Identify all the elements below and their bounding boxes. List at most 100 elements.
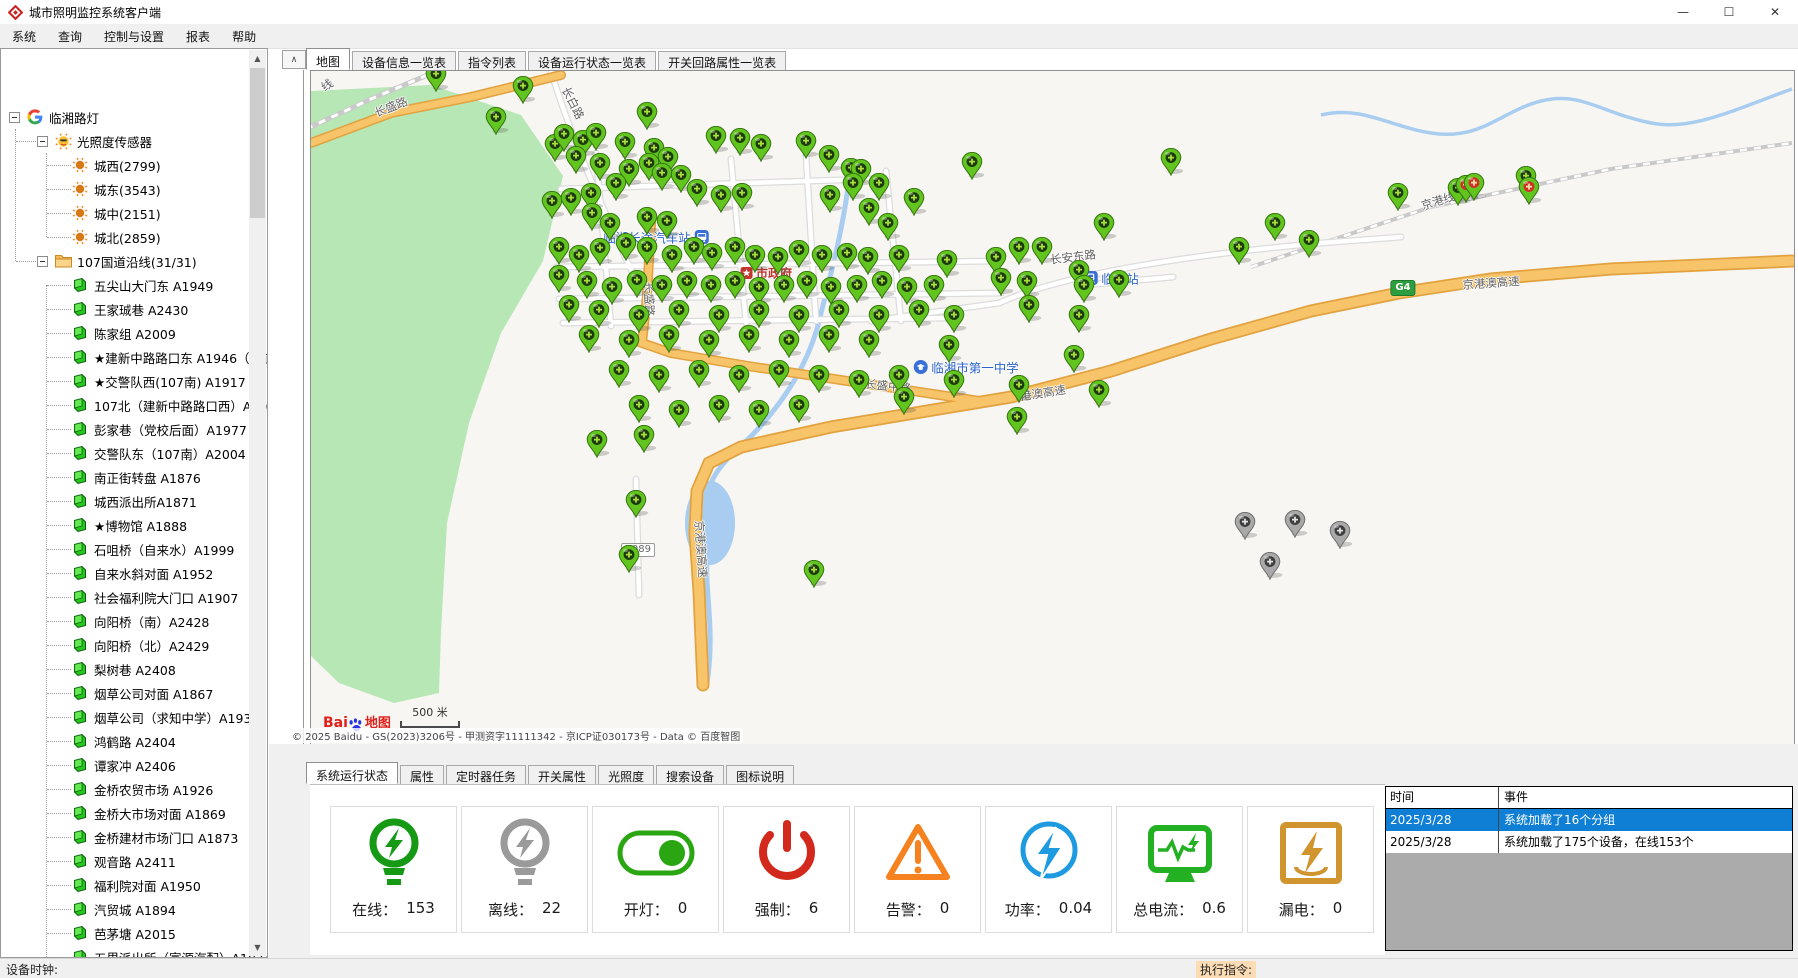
tree-row[interactable]: ★博物馆 A1888 xyxy=(1,513,268,537)
tree-row[interactable]: 城北(2859) xyxy=(1,225,268,249)
device-pin-online[interactable] xyxy=(512,76,534,104)
tree-expander-icon[interactable] xyxy=(37,136,48,147)
device-pin-online[interactable] xyxy=(626,270,648,298)
device-pin-online[interactable] xyxy=(903,188,925,216)
device-pin-online[interactable] xyxy=(750,134,772,162)
tree-row[interactable]: 五里派出所（富源汽配）A1874 xyxy=(1,945,268,958)
tree-row[interactable]: ★建新中路路口东 A1946（辅道灯） xyxy=(1,345,268,369)
device-pin-online[interactable] xyxy=(1008,375,1030,403)
device-pin-online[interactable] xyxy=(1093,213,1115,241)
tree-row[interactable]: 金桥农贸市场 A1926 xyxy=(1,777,268,801)
device-pin-online[interactable] xyxy=(871,271,893,299)
device-pin-online[interactable] xyxy=(836,243,858,271)
device-pin-online[interactable] xyxy=(893,387,915,415)
device-pin-online[interactable] xyxy=(668,300,690,328)
tree-row[interactable]: 烟草公司对面 A1867 xyxy=(1,681,268,705)
device-pin-alarm[interactable] xyxy=(1518,177,1540,205)
device-pin-online[interactable] xyxy=(724,237,746,265)
device-pin-online[interactable] xyxy=(767,247,789,275)
tree-row[interactable]: 自来水斜对面 A1952 xyxy=(1,561,268,585)
device-pin-online[interactable] xyxy=(589,238,611,266)
event-log-row[interactable]: 2025/3/28 12:15:08系统加载了16个分组 xyxy=(1386,809,1792,831)
device-pin-online[interactable] xyxy=(700,275,722,303)
device-pin-online[interactable] xyxy=(688,360,710,388)
device-pin-online[interactable] xyxy=(701,243,723,271)
tree-expander-icon[interactable] xyxy=(37,256,48,267)
map-tab-5[interactable]: 开关回路属性一览表 xyxy=(658,51,786,70)
menu-item-1[interactable]: 系统 xyxy=(2,25,46,48)
menu-item-3[interactable]: 控制与设置 xyxy=(94,25,174,48)
device-pin-online[interactable] xyxy=(803,560,825,588)
tree-row[interactable]: 金桥建材市场门口 A1873 xyxy=(1,825,268,849)
device-pin-online[interactable] xyxy=(588,300,610,328)
tree-row[interactable]: 城西(2799) xyxy=(1,153,268,177)
scroll-down-icon[interactable]: ▼ xyxy=(249,939,266,956)
device-pin-online[interactable] xyxy=(1008,237,1030,265)
tree-row[interactable]: 福利院对面 A1950 xyxy=(1,873,268,897)
map-tab-1[interactable]: 地图 xyxy=(306,48,350,70)
device-pin-online[interactable] xyxy=(548,237,570,265)
close-button[interactable]: ✕ xyxy=(1752,0,1798,24)
device-pin-online[interactable] xyxy=(943,305,965,333)
tree-row[interactable]: 金桥大市场对面 A1869 xyxy=(1,801,268,825)
device-pin-online[interactable] xyxy=(728,365,750,393)
device-pin-online[interactable] xyxy=(1160,148,1182,176)
tree-row[interactable]: 临湘路灯 xyxy=(1,105,259,129)
device-pin-online[interactable] xyxy=(710,185,732,213)
tree-row[interactable]: 石咀桥（自来水）A1999 xyxy=(1,537,268,561)
device-pin-online[interactable] xyxy=(614,132,636,160)
scrollbar-thumb[interactable] xyxy=(250,68,265,218)
device-pin-online[interactable] xyxy=(698,330,720,358)
device-pin-online[interactable] xyxy=(633,425,655,453)
device-pin-online[interactable] xyxy=(686,179,708,207)
device-pin-online[interactable] xyxy=(738,325,760,353)
device-pin-online[interactable] xyxy=(818,145,840,173)
tree-row[interactable]: 观音路 A2411 xyxy=(1,849,268,873)
tree-row[interactable]: 陈家组 A2009 xyxy=(1,321,268,345)
device-pin-online[interactable] xyxy=(605,173,627,201)
device-pin-offline[interactable] xyxy=(1329,521,1351,549)
device-pin-online[interactable] xyxy=(708,395,730,423)
device-pin-online[interactable] xyxy=(651,275,673,303)
device-pin-online[interactable] xyxy=(548,265,570,293)
tree-expander-icon[interactable] xyxy=(9,112,20,123)
device-pin-online[interactable] xyxy=(1018,295,1040,323)
device-pin-online[interactable] xyxy=(1264,213,1286,241)
device-pin-online[interactable] xyxy=(558,295,580,323)
device-pin-online[interactable] xyxy=(943,370,965,398)
menu-item-4[interactable]: 报表 xyxy=(176,25,220,48)
device-pin-online[interactable] xyxy=(1088,380,1110,408)
device-pin-online[interactable] xyxy=(990,268,1012,296)
device-pin-online[interactable] xyxy=(858,330,880,358)
device-pin-offline[interactable] xyxy=(1284,510,1306,538)
device-pin-online[interactable] xyxy=(1387,183,1409,211)
event-log-row[interactable]: 2025/3/28 12:15:08系统加载了175个设备，在线153个 xyxy=(1386,831,1792,853)
device-pin-online[interactable] xyxy=(656,211,678,239)
device-pin-online[interactable] xyxy=(868,173,890,201)
device-pin-online[interactable] xyxy=(936,250,958,278)
device-pin-online[interactable] xyxy=(1108,270,1130,298)
menu-item-5[interactable]: 帮助 xyxy=(222,25,266,48)
bottom-tab-7[interactable]: 图标说明 xyxy=(726,765,794,784)
device-pin-online[interactable] xyxy=(724,271,746,299)
minimize-button[interactable]: — xyxy=(1660,0,1706,24)
device-pin-online[interactable] xyxy=(1228,237,1250,265)
tree-row[interactable]: 鸿鹤路 A2404 xyxy=(1,729,268,753)
device-pin-online[interactable] xyxy=(938,335,960,363)
bottom-tab-6[interactable]: 搜索设备 xyxy=(656,765,724,784)
device-pin-online[interactable] xyxy=(846,275,868,303)
tree-row[interactable]: 汽贸城 A1894 xyxy=(1,897,268,921)
map-view[interactable]: 长盛路长白路长盛路长安东路长盛中路港澳高速京港澳高速京港澳高速京港线线市政府临湘… xyxy=(310,70,1795,746)
bottom-tab-3[interactable]: 定时器任务 xyxy=(446,765,526,784)
tree-row[interactable]: 烟草公司（求知中学）A1933 xyxy=(1,705,268,729)
device-pin-online[interactable] xyxy=(636,207,658,235)
device-pin-online[interactable] xyxy=(568,245,590,273)
maximize-button[interactable]: ☐ xyxy=(1706,0,1752,24)
device-pin-online[interactable] xyxy=(485,107,507,135)
device-pin-online[interactable] xyxy=(628,395,650,423)
device-pin-online[interactable] xyxy=(796,271,818,299)
device-pin-online[interactable] xyxy=(636,102,658,130)
device-pin-online[interactable] xyxy=(778,330,800,358)
bottom-tab-4[interactable]: 开关属性 xyxy=(528,765,596,784)
map-tab-2[interactable]: 设备信息一览表 xyxy=(352,51,456,70)
